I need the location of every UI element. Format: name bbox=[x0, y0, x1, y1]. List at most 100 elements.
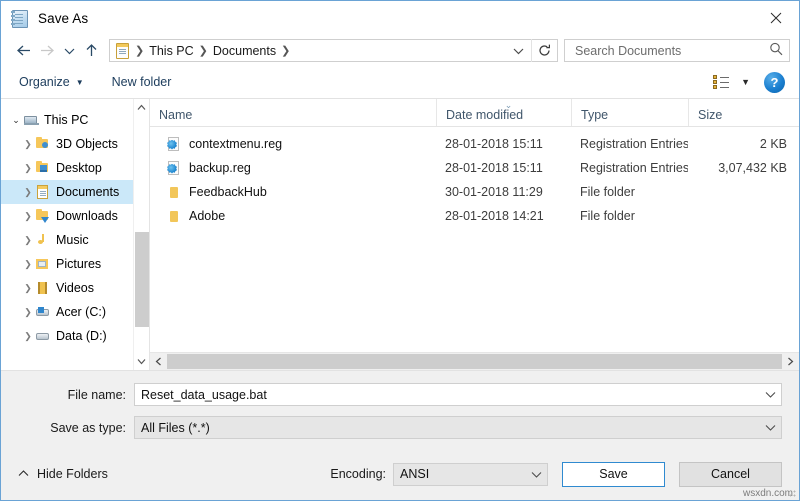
expander-chevron-icon[interactable]: ❯ bbox=[21, 139, 35, 150]
up-arrow-icon[interactable] bbox=[79, 39, 103, 63]
view-chevron-down-icon[interactable]: ▼ bbox=[741, 77, 750, 87]
sidebar-item-this-pc[interactable]: ⌄ This PC bbox=[1, 108, 149, 132]
expander-chevron-icon[interactable]: ❯ bbox=[21, 235, 35, 246]
scrollbar-thumb[interactable] bbox=[135, 232, 149, 327]
expander-chevron-icon[interactable]: ❯ bbox=[21, 211, 35, 222]
sidebar-item-acer-c[interactable]: ❯ Acer (C:) bbox=[1, 300, 149, 324]
scrollbar-thumb[interactable] bbox=[167, 354, 782, 369]
save-button[interactable]: Save bbox=[562, 461, 665, 487]
pictures-icon bbox=[35, 257, 53, 271]
file-date: 28-01-2018 14:21 bbox=[445, 209, 544, 223]
scroll-up-arrow-icon[interactable] bbox=[134, 99, 149, 116]
column-header-date-modified[interactable]: ⌄ Date modified bbox=[436, 99, 571, 126]
registry-file-icon bbox=[167, 160, 181, 176]
hide-folders-label: Hide Folders bbox=[37, 467, 108, 481]
downloads-icon bbox=[35, 209, 53, 223]
file-date: 30-01-2018 11:29 bbox=[445, 185, 543, 199]
search-icon[interactable] bbox=[769, 42, 783, 59]
file-name-cell: FeedbackHub bbox=[150, 185, 436, 200]
organize-button[interactable]: Organize ▼ bbox=[19, 75, 84, 89]
file-name: backup.reg bbox=[189, 161, 251, 175]
new-folder-button[interactable]: New folder bbox=[112, 75, 172, 89]
chevron-down-icon[interactable] bbox=[759, 391, 781, 398]
file-list-horizontal-scrollbar[interactable] bbox=[150, 352, 799, 370]
sidebar-item-videos[interactable]: ❯ Videos bbox=[1, 276, 149, 300]
file-size: 3,07,432 KB bbox=[718, 161, 787, 175]
file-name-combobox[interactable] bbox=[134, 383, 782, 406]
refresh-icon[interactable] bbox=[531, 39, 557, 62]
file-name-row: File name: bbox=[1, 382, 799, 407]
sidebar-item-pictures[interactable]: ❯ Pictures bbox=[1, 252, 149, 276]
expander-chevron-icon[interactable]: ❯ bbox=[21, 187, 35, 198]
column-header-size[interactable]: Size bbox=[688, 99, 799, 126]
sidebar-item-3d-objects[interactable]: ❯ 3D Objects bbox=[1, 132, 149, 156]
column-header-name[interactable]: Name bbox=[150, 99, 436, 126]
breadcrumb-this-pc[interactable]: This PC bbox=[149, 44, 193, 58]
resize-grip-icon[interactable] bbox=[787, 488, 797, 498]
scrollbar-track[interactable] bbox=[167, 353, 782, 370]
cancel-button[interactable]: Cancel bbox=[679, 461, 782, 487]
file-type: Registration Entries bbox=[580, 161, 688, 175]
recent-locations-chevron-icon[interactable] bbox=[59, 39, 79, 63]
breadcrumb-separator: ❯ bbox=[198, 45, 208, 57]
search-input[interactable] bbox=[573, 42, 769, 59]
sidebar-item-label: Data (D:) bbox=[56, 329, 107, 343]
sidebar-item-documents[interactable]: ❯ Documents bbox=[1, 180, 149, 204]
sidebar-item-data-d[interactable]: ❯ Data (D:) bbox=[1, 324, 149, 348]
expander-chevron-icon[interactable]: ⌄ bbox=[9, 115, 23, 126]
breadcrumb-documents[interactable]: Documents bbox=[213, 44, 276, 58]
window-title: Save As bbox=[38, 10, 89, 26]
back-arrow-icon[interactable] bbox=[11, 39, 35, 63]
toolbar-right-group: ▼ ? bbox=[713, 71, 789, 93]
sidebar-item-label: Pictures bbox=[56, 257, 102, 271]
sidebar-item-desktop[interactable]: ❯ Desktop bbox=[1, 156, 149, 180]
file-name: FeedbackHub bbox=[189, 185, 267, 199]
desktop-icon bbox=[35, 161, 53, 175]
encoding-select[interactable]: ANSI bbox=[393, 462, 548, 486]
file-date: 28-01-2018 15:11 bbox=[445, 137, 543, 151]
address-dropdown-chevron-icon[interactable] bbox=[506, 47, 531, 55]
table-row[interactable]: backup.reg 28-01-2018 15:11 Registration… bbox=[150, 156, 799, 180]
file-name-cell: Adobe bbox=[150, 209, 436, 224]
chevron-down-icon[interactable] bbox=[525, 471, 547, 478]
expander-chevron-icon[interactable]: ❯ bbox=[21, 163, 35, 174]
save-as-type-value: All Files (*.*) bbox=[141, 420, 210, 435]
sort-descending-icon: ⌄ bbox=[504, 100, 513, 110]
notepad-icon bbox=[11, 9, 29, 28]
videos-icon bbox=[35, 281, 53, 295]
file-rows: contextmenu.reg 28-01-2018 15:11 Registr… bbox=[150, 127, 799, 352]
drive-icon bbox=[35, 329, 53, 343]
sidebar-item-label: Downloads bbox=[56, 209, 118, 223]
search-box[interactable] bbox=[564, 39, 790, 62]
new-folder-label: New folder bbox=[111, 75, 172, 89]
table-row[interactable]: Adobe 28-01-2018 14:21 File folder bbox=[150, 204, 799, 228]
expander-chevron-icon[interactable]: ❯ bbox=[21, 307, 35, 318]
address-path-field[interactable]: ❯ This PC ❯ Documents ❯ bbox=[109, 39, 558, 62]
close-icon[interactable] bbox=[753, 1, 799, 34]
save-as-type-select[interactable]: All Files (*.*) bbox=[134, 416, 782, 439]
sidebar-item-downloads[interactable]: ❯ Downloads bbox=[1, 204, 149, 228]
file-list-pane: Name ⌄ Date modified Type Size contextme… bbox=[149, 99, 799, 370]
scroll-down-arrow-icon[interactable] bbox=[134, 353, 149, 370]
column-label: Name bbox=[159, 108, 193, 122]
navigation-pane-scrollbar[interactable] bbox=[133, 99, 149, 370]
scroll-right-arrow-icon[interactable] bbox=[782, 353, 799, 370]
sidebar-item-label: Acer (C:) bbox=[56, 305, 106, 319]
documents-folder-icon bbox=[115, 43, 130, 59]
help-icon[interactable]: ? bbox=[764, 71, 785, 93]
expander-chevron-icon[interactable]: ❯ bbox=[21, 259, 35, 270]
table-row[interactable]: contextmenu.reg 28-01-2018 15:11 Registr… bbox=[150, 132, 799, 156]
chevron-down-icon: ▼ bbox=[75, 77, 84, 87]
table-row[interactable]: FeedbackHub 30-01-2018 11:29 File folder bbox=[150, 180, 799, 204]
hide-folders-button[interactable]: Hide Folders bbox=[18, 467, 108, 481]
chevron-down-icon[interactable] bbox=[759, 424, 781, 431]
view-options-icon[interactable] bbox=[713, 74, 730, 90]
sidebar-item-music[interactable]: ❯ Music bbox=[1, 228, 149, 252]
scroll-left-arrow-icon[interactable] bbox=[150, 353, 167, 370]
file-name-input[interactable] bbox=[135, 386, 759, 403]
watermark: wsxdn.com bbox=[742, 488, 793, 499]
sidebar-item-label: Documents bbox=[56, 185, 120, 199]
expander-chevron-icon[interactable]: ❯ bbox=[21, 283, 35, 294]
column-header-type[interactable]: Type bbox=[571, 99, 688, 126]
expander-chevron-icon[interactable]: ❯ bbox=[21, 331, 35, 342]
